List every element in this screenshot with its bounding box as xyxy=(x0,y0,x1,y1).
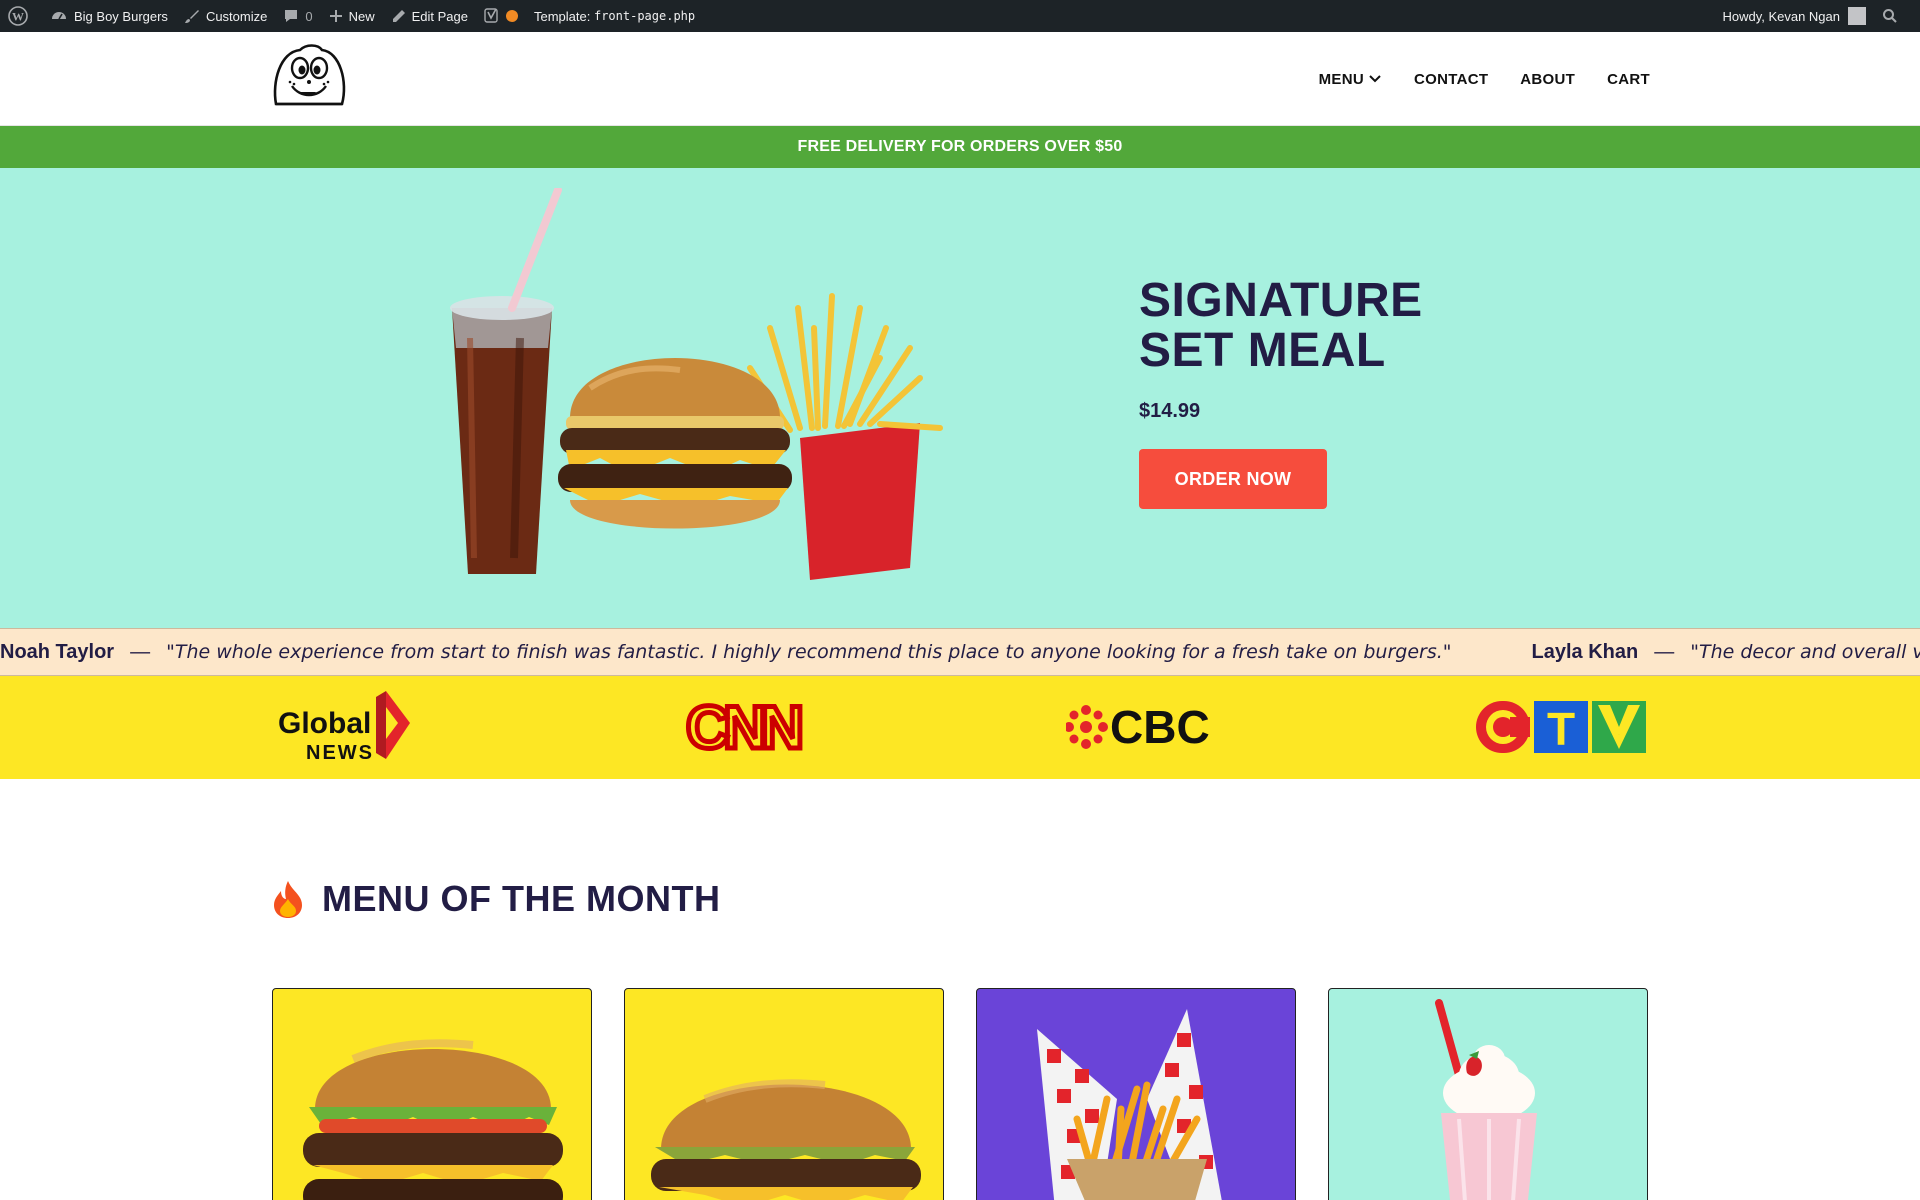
wordpress-logo-icon[interactable]: W xyxy=(0,0,42,32)
plus-icon xyxy=(329,10,342,22)
comments-count: 0 xyxy=(305,8,313,24)
straw xyxy=(508,188,562,312)
hero-title-line2: SET MEAL xyxy=(1139,324,1386,377)
fire-icon xyxy=(274,881,302,918)
testimonial-ticker: Noah Taylor — "The whole experience from… xyxy=(0,628,1920,676)
testimonial-name: Noah Taylor xyxy=(0,640,115,663)
admin-search[interactable] xyxy=(1874,0,1912,32)
global-news-text-line2: NEWS xyxy=(306,742,374,764)
hero-title-line1: SIGNATURE xyxy=(1139,274,1423,327)
customize-label: Customize xyxy=(205,8,268,24)
mascot-logo-icon xyxy=(273,44,346,106)
promo-banner: FREE DELIVERY FOR ORDERS OVER $50 xyxy=(0,126,1920,168)
testimonial-name: Layla Khan xyxy=(1531,640,1639,663)
search-icon xyxy=(1883,9,1897,23)
ctv-t-text: T xyxy=(1547,703,1575,755)
hero-section: SIGNATURE SET MEAL $14.99 ORDER NOW xyxy=(0,168,1920,628)
cbc-logo: CBC xyxy=(1066,686,1212,768)
edit-page-label: Edit Page xyxy=(411,8,468,24)
template-label: Template: xyxy=(533,8,591,24)
menu-card-burger-deluxe[interactable] xyxy=(272,988,592,1200)
cnn-logo: CNN xyxy=(680,686,805,768)
global-news-text-line1: Global xyxy=(278,707,371,740)
promo-text: FREE DELIVERY FOR ORDERS OVER $50 xyxy=(797,138,1123,155)
svg-text:W: W xyxy=(12,10,24,24)
admin-new[interactable]: New xyxy=(321,0,383,32)
chevron-down-icon xyxy=(1369,75,1381,83)
admin-bar: W Big Boy Burgers Customize 0 New Edit P… xyxy=(0,0,1920,32)
site-logo[interactable] xyxy=(270,42,348,114)
comment-icon xyxy=(285,10,298,22)
menu-card-double-cheeseburger[interactable] xyxy=(624,988,944,1200)
dashboard-icon xyxy=(52,12,66,20)
admin-site-name[interactable]: Big Boy Burgers xyxy=(42,0,176,32)
admin-template-info[interactable]: Template: front-page.php xyxy=(526,0,703,32)
site-name-label: Big Boy Burgers xyxy=(74,8,168,24)
hero-text: SIGNATURE SET MEAL $14.99 ORDER NOW xyxy=(1139,276,1559,509)
menu-card-milkshake[interactable] xyxy=(1328,988,1648,1200)
avatar xyxy=(1848,7,1866,25)
section-title: MENU OF THE MONTH xyxy=(322,878,721,919)
testimonial-quote: "The decor and overall vibe of th xyxy=(1690,641,1920,663)
new-label: New xyxy=(348,8,375,24)
testimonial-separator: — xyxy=(1654,640,1675,663)
fries-box xyxy=(800,423,920,580)
ctv-logo: C T V xyxy=(1474,686,1648,768)
hero-price: $14.99 xyxy=(1139,400,1201,422)
fries-basket-image xyxy=(1037,1009,1222,1200)
cheeseburger-image xyxy=(651,1079,921,1200)
howdy-label: Howdy, Kevan Ngan xyxy=(1722,8,1840,24)
admin-comments[interactable]: 0 xyxy=(275,0,320,32)
set-meal-image xyxy=(450,188,943,580)
site-header: MENU CONTACT ABOUT CART xyxy=(0,32,1920,126)
strawberry-milkshake-image xyxy=(1435,999,1537,1200)
admin-customize[interactable]: Customize xyxy=(176,0,275,32)
yoast-icon xyxy=(484,8,498,23)
cbc-text: CBC xyxy=(1110,701,1210,753)
nav-about[interactable]: ABOUT xyxy=(1520,71,1575,88)
order-now-button[interactable]: ORDER NOW xyxy=(1139,449,1327,509)
burger-bun-bottom xyxy=(570,500,780,529)
brush-icon xyxy=(184,10,199,23)
admin-edit-page[interactable]: Edit Page xyxy=(383,0,476,32)
admin-account[interactable]: Howdy, Kevan Ngan xyxy=(1714,0,1874,32)
testimonial-separator: — xyxy=(130,640,151,663)
menu-cards xyxy=(272,988,1648,1200)
global-news-logo: Global NEWS xyxy=(276,686,412,768)
nav-contact[interactable]: CONTACT xyxy=(1414,71,1488,88)
pencil-icon xyxy=(392,9,405,22)
burger-with-lettuce-image xyxy=(303,1039,563,1200)
template-file: front-page.php xyxy=(593,9,696,23)
nav-menu[interactable]: MENU xyxy=(1319,71,1382,88)
cnn-text: CNN xyxy=(686,694,801,760)
cbc-gem-icon xyxy=(1066,705,1108,749)
nav-menu-label: MENU xyxy=(1318,70,1364,88)
main-nav: MENU CONTACT ABOUT CART xyxy=(1319,32,1650,126)
hero-title: SIGNATURE SET MEAL xyxy=(1139,276,1559,376)
seo-status-dot xyxy=(505,10,518,22)
admin-yoast[interactable] xyxy=(476,0,526,32)
nav-cart[interactable]: CART xyxy=(1607,71,1650,88)
press-logos: Global NEWS CNN CBC C T V xyxy=(0,676,1920,779)
menu-card-fries[interactable] xyxy=(976,988,1296,1200)
menu-of-the-month-heading: MENU OF THE MONTH xyxy=(270,878,720,920)
testimonial-quote: "The whole experience from start to fini… xyxy=(166,641,1452,663)
